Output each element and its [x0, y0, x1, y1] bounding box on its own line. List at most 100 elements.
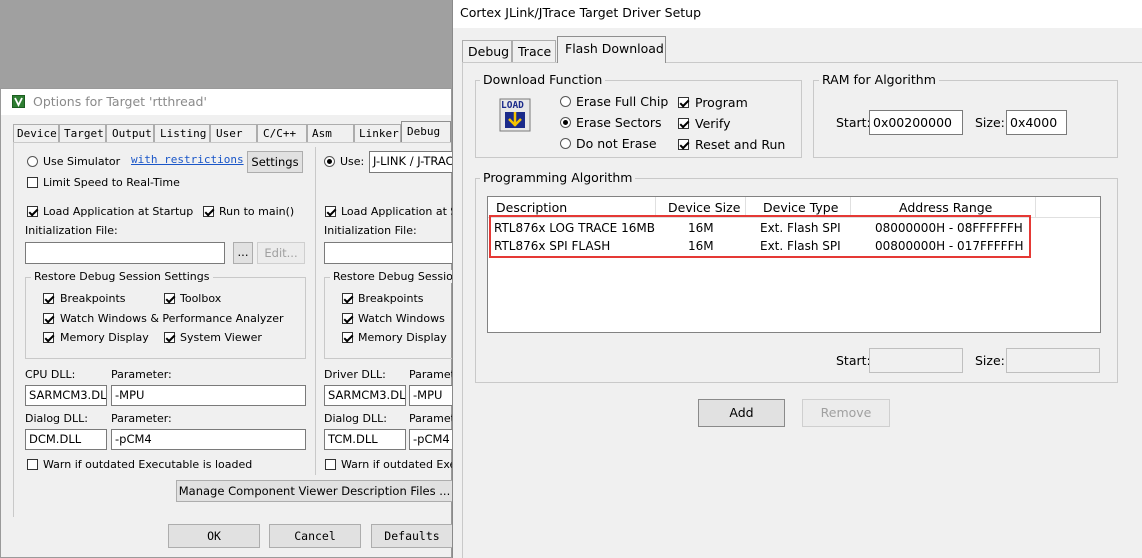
download-function-label: Download Function	[480, 72, 606, 87]
dialog-dll-input[interactable]: DCM.DLL	[25, 429, 107, 450]
cancel-button[interactable]: Cancel	[269, 524, 361, 548]
dialog-param-input[interactable]: -pCM4	[111, 429, 306, 450]
col-sep-3	[850, 197, 851, 217]
verify-checkbox[interactable]	[678, 118, 689, 129]
options-title: Options for Target 'rtthread'	[33, 94, 207, 109]
tab-target[interactable]: Target	[59, 124, 106, 142]
right-watch-windows-label: Watch Windows	[358, 312, 445, 325]
do-not-erase-label: Do not Erase	[576, 136, 657, 151]
add-algorithm-button[interactable]: Add	[698, 399, 785, 427]
use-simulator-radio[interactable]	[27, 156, 38, 167]
algo-size-input[interactable]	[1006, 348, 1100, 373]
load-icon: LOAD	[499, 98, 531, 132]
erase-sectors-radio[interactable]	[560, 117, 571, 128]
right-init-file-label: Initialization File:	[324, 224, 417, 237]
manage-component-viewer-button[interactable]: Manage Component Viewer Description File…	[176, 480, 453, 502]
driver-dll-input[interactable]: SARMCM3.DLL	[324, 385, 406, 406]
algo-start-label: Start:	[836, 353, 871, 368]
cpu-dll-label: CPU DLL:	[25, 368, 76, 381]
ok-button[interactable]: OK	[168, 524, 260, 548]
right-warn-outdated-checkbox[interactable]	[325, 459, 336, 470]
dialog-dll-label: Dialog DLL:	[25, 412, 88, 425]
program-label: Program	[695, 95, 748, 110]
warn-outdated-checkbox[interactable]	[27, 459, 38, 470]
use-label: Use:	[340, 155, 365, 168]
init-file-edit-button[interactable]: Edit...	[257, 242, 305, 264]
defaults-button[interactable]: Defaults	[371, 524, 453, 548]
memory-display-checkbox[interactable]	[43, 332, 54, 343]
right-dialog-dll-input[interactable]: TCM.DLL	[324, 429, 406, 450]
system-viewer-checkbox[interactable]	[164, 332, 175, 343]
col-sep-2	[745, 197, 746, 217]
ram-size-label: Size:	[975, 115, 1005, 130]
col-device-type[interactable]: Device Type	[763, 200, 838, 215]
tab-asm[interactable]: Asm	[307, 124, 354, 142]
simulator-settings-button[interactable]: Settings	[247, 151, 303, 173]
setup-tab-trace[interactable]: Trace	[512, 40, 556, 62]
warn-outdated-label: Warn if outdated Executable is loaded	[43, 458, 253, 471]
program-checkbox[interactable]	[678, 97, 689, 108]
ram-algorithm-label: RAM for Algorithm	[819, 72, 939, 87]
right-load-app-label: Load Application at Sta	[341, 205, 469, 218]
cpu-dll-input[interactable]: SARMCM3.DLL	[25, 385, 107, 406]
tab-output[interactable]: Output	[106, 124, 154, 142]
right-memory-display-checkbox[interactable]	[342, 332, 353, 343]
breakpoints-checkbox[interactable]	[43, 293, 54, 304]
right-restore-debug-group-label: Restore Debug Session	[330, 270, 463, 283]
run-to-main-label: Run to main()	[219, 205, 295, 218]
right-dialog-param-input[interactable]: -pCM4	[409, 429, 453, 450]
watch-windows-checkbox[interactable]	[43, 313, 54, 324]
right-breakpoints-checkbox[interactable]	[342, 293, 353, 304]
tab-user[interactable]: User	[210, 124, 257, 142]
right-load-app-checkbox[interactable]	[325, 206, 336, 217]
right-memory-display-label: Memory Display	[358, 331, 447, 344]
setup-tab-debug[interactable]: Debug	[462, 40, 512, 62]
erase-sectors-label: Erase Sectors	[576, 115, 662, 130]
driver-param-input[interactable]: -MPU	[409, 385, 453, 406]
cpu-param-label: Parameter:	[111, 368, 172, 381]
setup-tab-flash-download[interactable]: Flash Download	[557, 36, 666, 63]
right-watch-windows-checkbox[interactable]	[342, 313, 353, 324]
column-divider	[315, 147, 316, 475]
toolbox-label: Toolbox	[180, 292, 222, 305]
col-address-range[interactable]: Address Range	[899, 200, 992, 215]
toolbox-checkbox[interactable]	[164, 293, 175, 304]
right-init-file-input[interactable]	[324, 242, 453, 264]
options-title-bar[interactable]: Options for Target 'rtthread'	[1, 89, 451, 115]
setup-title: Cortex JLink/JTrace Target Driver Setup	[460, 5, 702, 20]
remove-algorithm-button[interactable]: Remove	[802, 399, 890, 427]
algo-start-input[interactable]	[869, 348, 963, 373]
init-file-browse-button[interactable]: ...	[233, 242, 253, 264]
col-description[interactable]: Description	[496, 200, 567, 215]
tab-device[interactable]: Device	[13, 124, 59, 142]
cpu-param-input[interactable]: -MPU	[111, 385, 306, 406]
setup-title-bar[interactable]: Cortex JLink/JTrace Target Driver Setup	[453, 0, 1142, 28]
tab-debug[interactable]: Debug	[401, 121, 451, 143]
load-app-label: Load Application at Startup	[43, 205, 194, 218]
right-dialog-dll-label: Dialog DLL:	[324, 412, 387, 425]
limit-speed-checkbox[interactable]	[27, 177, 38, 188]
algo-size-label: Size:	[975, 353, 1005, 368]
do-not-erase-radio[interactable]	[560, 138, 571, 149]
ram-size-input[interactable]: 0x4000	[1006, 110, 1067, 135]
limit-speed-label: Limit Speed to Real-Time	[43, 176, 180, 189]
tab-listing[interactable]: Listing	[154, 124, 210, 142]
with-restrictions-link[interactable]: with restrictions	[131, 153, 244, 166]
debug-driver-select[interactable]: J-LINK / J-TRACE	[369, 151, 453, 173]
run-to-main-checkbox[interactable]	[203, 206, 214, 217]
highlight-box	[489, 215, 1031, 258]
driver-dll-label: Driver DLL:	[324, 368, 386, 381]
col-sep-1	[655, 197, 656, 217]
ram-start-input[interactable]: 0x00200000	[869, 110, 963, 135]
tab-linker[interactable]: Linker	[354, 124, 401, 142]
tab-c-cpp[interactable]: C/C++	[257, 124, 307, 142]
reset-run-checkbox[interactable]	[678, 139, 689, 150]
use-simulator-label: Use Simulator	[43, 155, 121, 168]
use-debugger-radio[interactable]	[324, 156, 335, 167]
restore-debug-group-label: Restore Debug Session Settings	[31, 270, 213, 283]
verify-label: Verify	[695, 116, 731, 131]
col-device-size[interactable]: Device Size	[668, 200, 740, 215]
init-file-input[interactable]	[25, 242, 225, 264]
load-app-checkbox[interactable]	[27, 206, 38, 217]
erase-full-chip-radio[interactable]	[560, 96, 571, 107]
